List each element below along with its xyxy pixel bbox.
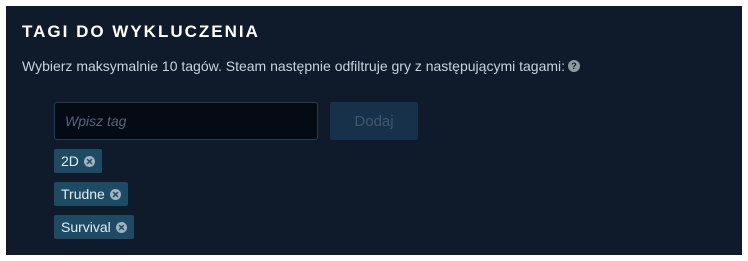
add-tag-button[interactable]: Dodaj — [330, 102, 418, 140]
description-text: Wybierz maksymalnie 10 tagów. Steam nast… — [22, 58, 566, 74]
section-title: TAGI DO WYKLUCZENIA — [22, 22, 260, 41]
tag-chip-2d[interactable]: 2D — [54, 149, 102, 173]
tag-chip-trudne[interactable]: Trudne — [54, 182, 128, 206]
tag-list: 2D Trudne Survival — [54, 149, 134, 248]
tag-label: Survival — [61, 219, 111, 235]
question-mark-icon[interactable]: ? — [568, 60, 581, 73]
remove-icon[interactable] — [115, 221, 127, 233]
remove-icon[interactable] — [109, 188, 121, 200]
excluded-tags-panel: TAGI DO WYKLUCZENIA Wybierz maksymalnie … — [6, 6, 742, 255]
tag-label: 2D — [61, 153, 79, 169]
tag-label: Trudne — [61, 186, 105, 202]
tag-input[interactable] — [54, 102, 318, 140]
section-description: Wybierz maksymalnie 10 tagów. Steam nast… — [22, 58, 581, 74]
tag-chip-survival[interactable]: Survival — [54, 215, 134, 239]
remove-icon[interactable] — [83, 155, 95, 167]
